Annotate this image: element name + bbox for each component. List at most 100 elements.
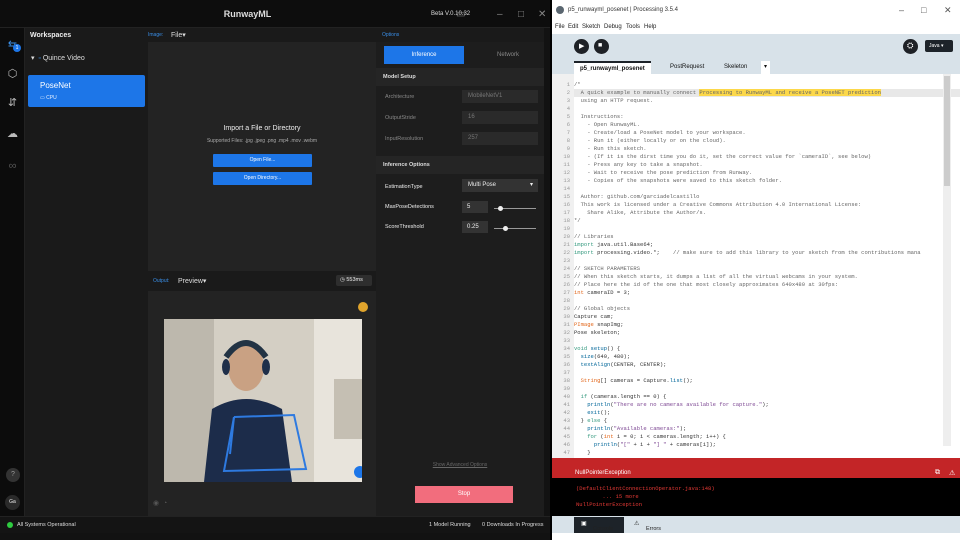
code-line: 27 int cameraID = 3; [563,289,631,296]
run-button[interactable]: ▶ [574,39,589,54]
show-advanced-options-link[interactable]: Show Advanced Options [376,462,544,468]
estimation-type-label: EstimationType [385,184,423,190]
user-avatar[interactable]: Ga [5,495,20,510]
minimize-icon[interactable]: – [497,9,503,20]
code-line: 6 - Open RunwayML. [566,121,641,128]
output-tool-icons[interactable]: ◉ ◔ [153,499,167,507]
code-line: 16 This work is licensed under a Creativ… [563,201,862,208]
code-line: 42 exit(); [563,409,611,416]
code-line: 35 size(640, 480); [563,353,631,360]
menu-file[interactable]: File [555,24,565,30]
warning-icon[interactable]: ⚠ [949,469,955,477]
errors-tab-label: Errors [646,526,661,532]
menu-bar: File Edit Sketch Debug Tools Help [552,22,960,34]
stop-sketch-button[interactable]: ■ [594,39,609,54]
code-line: 11 - Press any key to take a snapshot. [563,161,703,168]
slider-handle[interactable] [497,206,503,211]
input-resolution-label: InputResolution [385,136,424,142]
workspaces-heading: Workspaces [30,32,72,39]
output-view-dropdown[interactable]: Preview▾ [178,277,206,285]
code-line: 18 */ [563,217,581,224]
cloud-upload-icon[interactable]: ☁ [6,128,19,141]
max-pose-detections-input[interactable]: 5 [462,201,488,213]
open-directory-button[interactable]: Open Directory... [213,172,312,185]
code-line: 5 Instructions: [566,113,624,120]
close-icon[interactable]: ✕ [944,5,952,16]
score-threshold-label: ScoreThreshold [385,224,424,230]
menu-debug[interactable]: Debug [604,24,622,30]
model-device: CPU [46,95,57,101]
model-name: PoseNet [40,81,71,90]
close-icon[interactable]: ✕ [538,9,546,20]
scrollbar-thumb[interactable] [944,76,950,186]
maximize-icon[interactable]: □ [518,9,524,20]
console-line: NullPointerException [576,501,643,508]
input-source-value: File [171,32,183,39]
input-resolution-select[interactable]: 257 [462,132,538,145]
architecture-select[interactable]: MobileNetV1 [462,90,538,103]
copy-icon[interactable]: ⧉ [935,469,940,477]
link-icon[interactable]: ∞ [6,160,19,173]
editor-scrollbar[interactable] [943,74,951,446]
tab-inference[interactable]: Inference [384,46,464,64]
menu-help[interactable]: Help [644,24,656,30]
workspace-name: Quince Video [42,55,85,62]
notification-badge: 1 [13,44,21,52]
debugger-button[interactable]: ⛭ [903,39,918,54]
stop-button[interactable]: Stop [415,486,513,503]
workflow-icon[interactable]: ⇵ [6,97,19,110]
help-icon[interactable]: ? [6,468,20,482]
code-line: 40 if (cameras.length == 0) { [563,393,667,400]
code-text[interactable]: 1/* 2 A quick example to manually connec… [563,81,960,456]
latency-badge: ◷ 553ms [336,275,372,286]
code-line: 15 Author: github.com/garciadelcastillo [563,193,700,200]
open-file-button[interactable]: Open File... [213,154,312,167]
maximize-icon[interactable]: □ [921,5,926,15]
code-editor[interactable]: 1/* 2 A quick example to manually connec… [552,74,960,458]
console-output[interactable]: (DefaultClientConnectionOperator.java:14… [552,478,960,516]
menu-edit[interactable]: Edit [568,24,578,30]
max-pose-detections-slider[interactable] [494,206,536,211]
caret-down-icon: ▾ [940,43,944,49]
code-line: 23 [563,257,570,264]
minimize-icon[interactable]: – [899,5,904,15]
code-line: 31 PImage snapImg; [563,321,624,328]
tab-skeleton[interactable]: Skeleton [718,61,753,74]
code-line: 22 import processing.video.*; // make sur… [563,249,921,256]
menu-tools[interactable]: Tools [626,24,640,30]
code-line: 38 String[] cameras = Capture.list(); [563,377,693,384]
estimation-type-select[interactable]: Multi Pose ▾ [462,179,538,192]
code-line: 20// Libraries [563,233,614,240]
input-source-dropdown[interactable]: File▾ [171,31,186,39]
supported-files: Supported Files: .jpg .jpeg .png .mp4 .m… [206,138,318,144]
code-line: 33 [563,337,570,344]
workspace-item[interactable]: ▾ ▫ Quince Video [31,54,85,62]
runway-statusbar: All Systems Operational 1 Model Running … [0,516,550,533]
console-tabs: Console ▣ ⚠ Errors [552,516,960,533]
code-line: 46 println("[" + i + "] " + cameras[i]); [563,441,716,448]
chat-icon[interactable]: ▭ [456,9,465,20]
latency-value: 553ms [346,277,363,283]
play-icon: ▶ [579,43,585,50]
console-tab-label: Console [593,526,614,532]
webcam-preview [164,319,362,482]
cube-icon[interactable]: ⬡ [6,68,19,81]
code-line: 25// When this sketch starts, it dumps a… [563,273,858,280]
tabs-menu-icon[interactable]: ▾ [761,61,771,74]
code-line: 36 textAlign(CENTER, CENTER); [563,361,667,368]
input-label: Image: [148,32,164,38]
output-stride-select[interactable]: 16 [462,111,538,124]
import-title: Import a File or Directory [223,125,301,132]
tab-network[interactable]: Network [468,46,548,64]
caret-down-icon: ▾ [529,182,533,188]
tab-p5-runwayml-posenet[interactable]: p5_runwayml_posenet [574,61,651,74]
code-line: 34 void setup() { [563,345,621,352]
slider-handle[interactable] [503,226,509,231]
model-card-posenet[interactable]: PoseNet ▭ CPU [28,75,145,107]
score-threshold-input[interactable]: 0.25 [462,221,488,233]
mode-select[interactable]: Java ▾ [925,40,953,52]
tab-postrequest[interactable]: PostRequest [664,61,710,74]
code-line: 1/* [566,81,581,88]
menu-sketch[interactable]: Sketch [582,24,600,30]
score-threshold-slider[interactable] [494,226,536,231]
